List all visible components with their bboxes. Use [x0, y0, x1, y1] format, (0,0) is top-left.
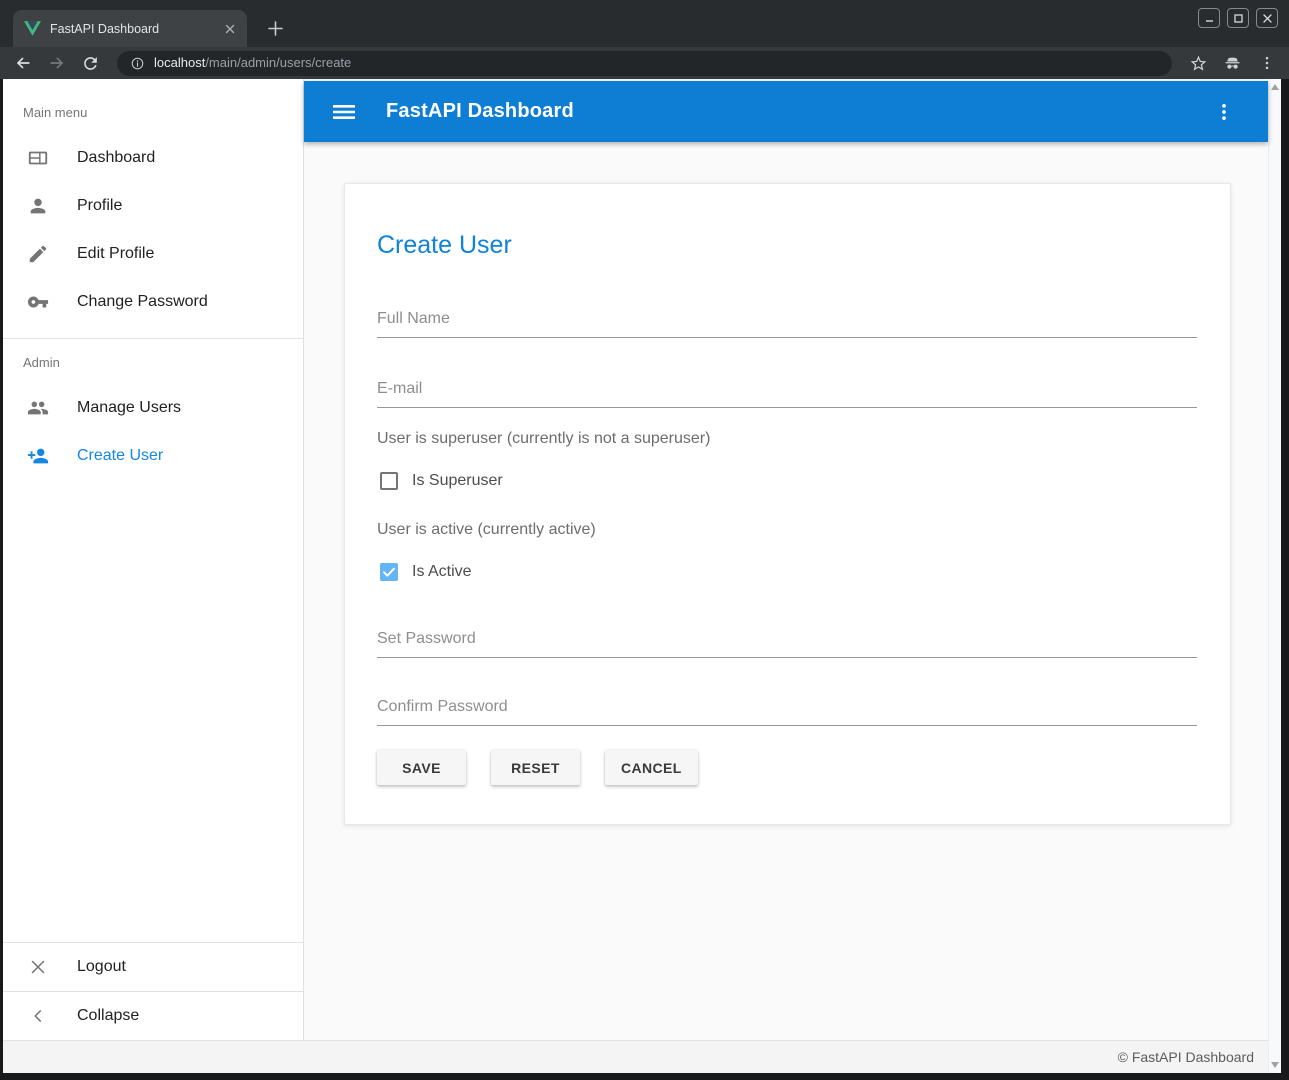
save-button[interactable]: SAVE	[377, 750, 466, 785]
person-icon	[27, 195, 49, 217]
key-icon	[27, 291, 49, 313]
close-icon	[27, 956, 49, 978]
sidebar-section-label: Admin	[3, 339, 303, 384]
sidebar-section-label: Main menu	[3, 89, 303, 134]
sidebar-item-dashboard[interactable]: Dashboard	[3, 134, 303, 182]
main-area: FastAPI Dashboard Create User	[304, 79, 1268, 1040]
sidebar-item-label: Manage Users	[77, 399, 181, 417]
sidebar-item-label: Change Password	[77, 293, 208, 311]
is-active-label[interactable]: Is Active	[412, 563, 472, 581]
sidebar-bottom: Logout Collapse	[3, 942, 303, 1040]
app-root: Main menu Dashboard Profile	[3, 79, 1268, 1073]
browser-menu-icon[interactable]	[1254, 51, 1279, 76]
tab-strip: FastAPI Dashboard	[0, 0, 1289, 47]
sidebar-item-edit-profile[interactable]: Edit Profile	[3, 230, 303, 278]
confirm-password-field	[377, 698, 1197, 726]
is-active-checkbox[interactable]	[380, 563, 398, 581]
sidebar-item-logout[interactable]: Logout	[3, 943, 303, 991]
url-path: /main/admin/users/create	[205, 55, 351, 70]
form-buttons: SAVE RESET CANCEL	[377, 750, 1197, 785]
sidebar-item-profile[interactable]: Profile	[3, 182, 303, 230]
vue-logo-icon	[24, 21, 41, 36]
url-bar[interactable]: localhost/main/admin/users/create	[117, 51, 1172, 76]
url-host: localhost	[154, 55, 205, 70]
people-icon	[27, 397, 49, 419]
page-viewport: Main menu Dashboard Profile	[3, 79, 1281, 1073]
sidebar-item-label: Dashboard	[77, 149, 155, 167]
site-info-icon[interactable]	[130, 56, 145, 71]
sidebar-item-manage-users[interactable]: Manage Users	[3, 384, 303, 432]
sidebar-item-label: Logout	[77, 958, 126, 976]
appbar: FastAPI Dashboard	[304, 81, 1268, 142]
check-icon	[381, 564, 397, 580]
app-footer: © FastAPI Dashboard	[3, 1040, 1268, 1073]
full-name-input[interactable]	[377, 310, 1197, 338]
bookmark-star-icon[interactable]	[1186, 51, 1211, 76]
superuser-hint: User is superuser (currently is not a su…	[377, 429, 1197, 448]
full-name-field	[377, 310, 1197, 338]
browser-window: FastAPI Dashboard	[0, 0, 1289, 1080]
set-password-field	[377, 630, 1197, 658]
window-minimize-button[interactable]	[1198, 8, 1220, 28]
chevron-left-icon	[27, 1005, 49, 1027]
scrollbar[interactable]	[1268, 79, 1281, 1073]
footer-text: © FastAPI Dashboard	[1118, 1049, 1254, 1065]
create-user-card: Create User User is superuser (currently…	[344, 183, 1231, 825]
email-input[interactable]	[377, 380, 1197, 408]
window-close-button[interactable]	[1256, 8, 1278, 28]
sidebar-item-collapse[interactable]: Collapse	[3, 992, 303, 1040]
reload-icon[interactable]	[78, 51, 103, 76]
sidebar-item-label: Create User	[77, 447, 163, 465]
set-password-input[interactable]	[377, 630, 1197, 658]
confirm-password-input[interactable]	[377, 698, 1197, 726]
sidebar-item-label: Collapse	[77, 1007, 139, 1025]
is-superuser-label[interactable]: Is Superuser	[412, 472, 503, 490]
tab-close-icon[interactable]	[221, 20, 239, 38]
url-text: localhost/main/admin/users/create	[154, 54, 351, 72]
email-field	[377, 380, 1197, 408]
is-active-checkbox-row[interactable]: Is Active	[377, 563, 1197, 581]
tab-title: FastAPI Dashboard	[50, 22, 212, 36]
sidebar: Main menu Dashboard Profile	[3, 79, 304, 1040]
is-superuser-checkbox-row[interactable]: Is Superuser	[377, 472, 1197, 490]
browser-toolbar: localhost/main/admin/users/create	[0, 47, 1289, 79]
content-area: Create User User is superuser (currently…	[304, 142, 1268, 1040]
active-hint: User is active (currently active)	[377, 520, 1197, 539]
appbar-title: FastAPI Dashboard	[386, 100, 574, 123]
hamburger-icon[interactable]	[326, 94, 362, 130]
scroll-down-icon[interactable]	[1271, 1062, 1279, 1068]
person-add-icon	[27, 445, 49, 467]
new-tab-button[interactable]	[261, 14, 289, 42]
browser-tab[interactable]: FastAPI Dashboard	[13, 10, 247, 47]
forward-icon[interactable]	[44, 51, 69, 76]
kebab-menu-icon[interactable]	[1206, 94, 1242, 130]
sidebar-item-change-password[interactable]: Change Password	[3, 278, 303, 326]
window-controls	[1198, 8, 1278, 28]
window-maximize-button[interactable]	[1227, 8, 1249, 28]
reset-button[interactable]: RESET	[491, 750, 580, 785]
dashboard-icon	[27, 147, 49, 169]
sidebar-item-label: Edit Profile	[77, 245, 154, 263]
scroll-up-icon[interactable]	[1271, 84, 1279, 90]
incognito-icon[interactable]	[1220, 51, 1245, 76]
sidebar-item-label: Profile	[77, 197, 122, 215]
sidebar-item-create-user[interactable]: Create User	[3, 432, 303, 480]
page-title: Create User	[377, 230, 1197, 260]
pencil-icon	[27, 243, 49, 265]
back-icon[interactable]	[10, 51, 35, 76]
is-superuser-checkbox[interactable]	[380, 472, 398, 490]
cancel-button[interactable]: CANCEL	[605, 750, 698, 785]
